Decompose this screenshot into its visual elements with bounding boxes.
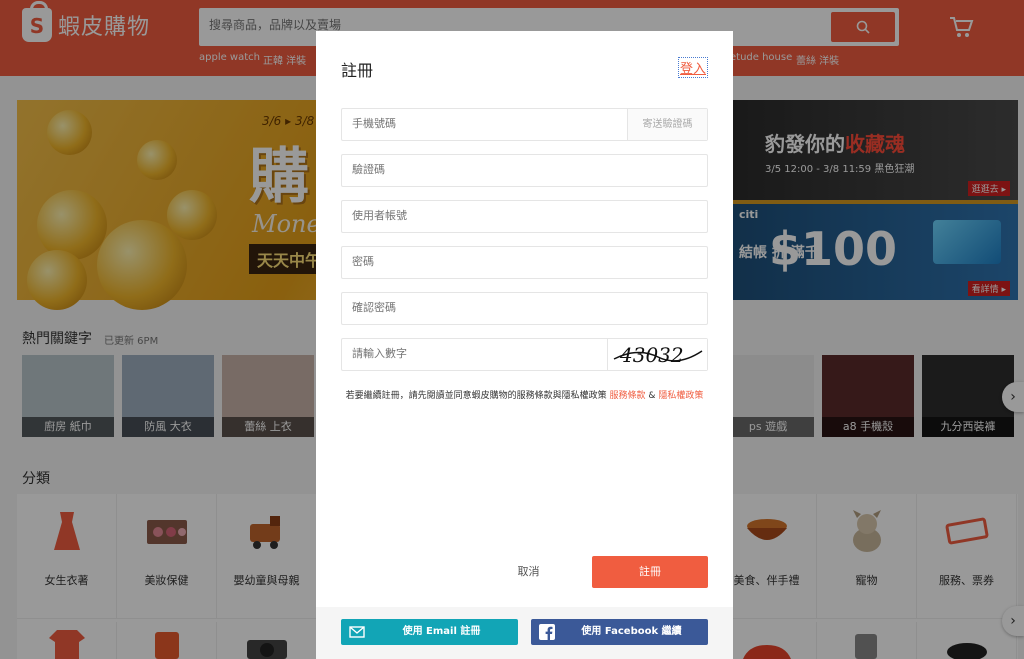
username-input[interactable] <box>352 209 612 222</box>
phone-field[interactable]: 寄送驗證碼 <box>341 108 708 141</box>
confirm-password-input[interactable] <box>352 301 612 314</box>
verification-code-input[interactable] <box>352 163 612 176</box>
register-button[interactable]: 註冊 <box>592 556 708 588</box>
code-field[interactable] <box>341 154 708 187</box>
modal-title: 註冊 <box>341 61 374 80</box>
phone-input[interactable] <box>352 117 612 130</box>
username-field[interactable] <box>341 200 708 233</box>
facebook-icon <box>539 624 555 640</box>
captcha-text: 43032 <box>619 343 684 367</box>
captcha-image[interactable]: 43032 <box>607 339 707 370</box>
terms-of-service-link[interactable]: 服務條款 <box>610 391 646 401</box>
register-modal: 註冊 登入 寄送驗證碼 43032 若要繼續註冊，請先閱讀並同意蝦皮購物的服務條… <box>316 31 733 659</box>
confirm-password-field[interactable] <box>341 292 708 325</box>
send-code-button[interactable]: 寄送驗證碼 <box>627 109 707 140</box>
captcha-field[interactable]: 43032 <box>341 338 708 371</box>
email-icon <box>349 626 365 638</box>
login-link[interactable]: 登入 <box>677 57 708 78</box>
cancel-button[interactable]: 取消 <box>496 562 561 582</box>
captcha-input[interactable] <box>352 347 612 360</box>
social-signup-footer: 使用 Email 註冊 使用 Facebook 繼續 <box>316 607 733 659</box>
privacy-policy-link[interactable]: 隱私權政策 <box>658 391 703 401</box>
email-signup-button[interactable]: 使用 Email 註冊 <box>341 619 518 645</box>
terms-text: 若要繼續註冊，請先閱讀並同意蝦皮購物的服務條款與隱私權政策 服務條款 & 隱私權… <box>345 391 704 401</box>
password-input[interactable] <box>352 255 612 268</box>
facebook-signup-button[interactable]: 使用 Facebook 繼續 <box>531 619 708 645</box>
password-field[interactable] <box>341 246 708 279</box>
